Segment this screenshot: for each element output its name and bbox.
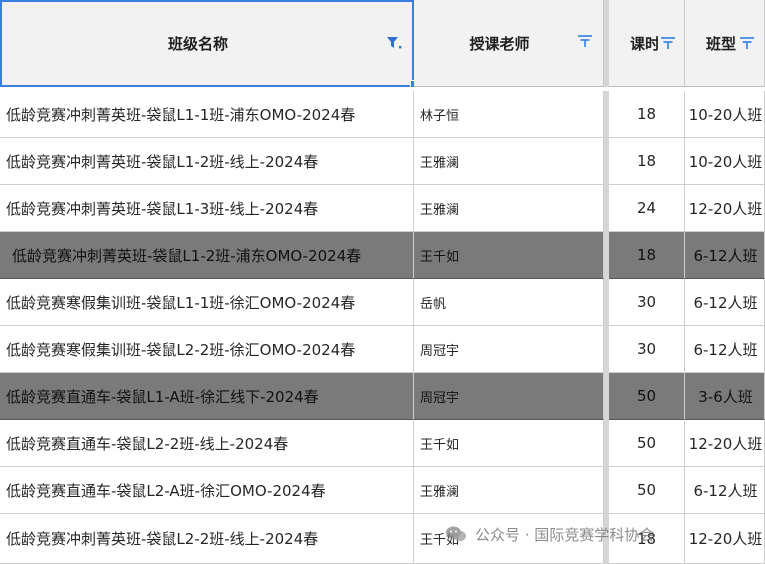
hours-cell[interactable]: 24 bbox=[609, 185, 685, 232]
table-row[interactable]: 低龄竞赛冲刺菁英班-袋鼠L1-2班-线上-2024春 王雅澜 18 10-20人… bbox=[0, 138, 765, 185]
class-name-cell[interactable]: 低龄竞赛冲刺菁英班-袋鼠L1-2班-浦东OMO-2024春 bbox=[0, 232, 414, 279]
class-name-cell[interactable]: 低龄竞赛直通车-袋鼠L2-A班-徐汇OMO-2024春 bbox=[0, 467, 414, 514]
class-name-cell[interactable]: 低龄竞赛直通车-袋鼠L1-A班-徐汇线下-2024春 bbox=[0, 373, 414, 420]
hours-cell[interactable]: 30 bbox=[609, 326, 685, 373]
filter-icon[interactable] bbox=[739, 36, 755, 50]
table-row-highlighted[interactable]: 低龄竞赛冲刺菁英班-袋鼠L1-2班-浦东OMO-2024春 王千如 18 6-1… bbox=[0, 232, 765, 279]
filter-icon[interactable] bbox=[660, 36, 676, 50]
class-type-cell[interactable]: 3-6人班 bbox=[685, 373, 765, 420]
teacher-cell[interactable]: 岳帆 bbox=[414, 279, 604, 326]
column-header-label: 课时 bbox=[630, 34, 658, 53]
teacher-cell[interactable]: 王千如 bbox=[414, 232, 604, 279]
teacher-cell[interactable]: 周冠宇 bbox=[414, 373, 604, 420]
column-header-class-name[interactable]: 班级名称 bbox=[0, 0, 414, 87]
watermark: 公众号 · 国际竞赛学科协会 bbox=[445, 522, 654, 546]
class-type-cell[interactable]: 12-20人班 bbox=[685, 185, 765, 232]
table-row[interactable]: 低龄竞赛冲刺菁英班-袋鼠L1-3班-线上-2024春 王雅澜 24 12-20人… bbox=[0, 185, 765, 232]
teacher-cell[interactable]: 周冠宇 bbox=[414, 326, 604, 373]
column-header-label: 班型 bbox=[706, 34, 737, 53]
teacher-cell[interactable]: 林子恒 bbox=[414, 91, 604, 138]
table-row[interactable]: 低龄竞赛直通车-袋鼠L2-A班-徐汇OMO-2024春 王雅澜 50 6-12人… bbox=[0, 467, 765, 514]
filter-active-icon[interactable] bbox=[386, 36, 402, 50]
column-header-class-type[interactable]: 班型 bbox=[685, 0, 765, 87]
table-row[interactable]: 低龄竞赛寒假集训班-袋鼠L1-1班-徐汇OMO-2024春 岳帆 30 6-12… bbox=[0, 279, 765, 326]
teacher-cell[interactable]: 王千如 bbox=[414, 420, 604, 467]
class-name-cell[interactable]: 低龄竞赛直通车-袋鼠L2-2班-线上-2024春 bbox=[0, 420, 414, 467]
class-type-cell[interactable]: 6-12人班 bbox=[685, 279, 765, 326]
class-type-cell[interactable]: 6-12人班 bbox=[685, 326, 765, 373]
column-header-teacher[interactable]: 授课老师 bbox=[414, 0, 604, 87]
class-type-cell[interactable]: 6-12人班 bbox=[685, 232, 765, 279]
hours-cell[interactable]: 18 bbox=[609, 91, 685, 138]
class-type-cell[interactable]: 6-12人班 bbox=[685, 467, 765, 514]
hours-cell[interactable]: 50 bbox=[609, 467, 685, 514]
teacher-cell[interactable]: 王雅澜 bbox=[414, 185, 604, 232]
column-header-hours[interactable]: 课时 bbox=[609, 0, 685, 87]
filter-icon[interactable] bbox=[577, 34, 593, 48]
class-type-cell[interactable]: 12-20人班 bbox=[685, 514, 765, 564]
class-name-cell[interactable]: 低龄竞赛冲刺菁英班-袋鼠L1-2班-线上-2024春 bbox=[0, 138, 414, 185]
spreadsheet-grid: 班级名称 授课老师 课时 班型 低龄竞赛冲刺菁英班-袋鼠L1-1班-浦东OMO-… bbox=[0, 0, 765, 564]
table-row[interactable]: 低龄竞赛直通车-袋鼠L2-2班-线上-2024春 王千如 50 12-20人班 bbox=[0, 420, 765, 467]
class-name-cell[interactable]: 低龄竞赛冲刺菁英班-袋鼠L2-2班-线上-2024春 bbox=[0, 514, 414, 564]
table-row[interactable]: 低龄竞赛寒假集训班-袋鼠L2-2班-徐汇OMO-2024春 周冠宇 30 6-1… bbox=[0, 326, 765, 373]
column-header-label: 授课老师 bbox=[469, 34, 530, 53]
teacher-cell[interactable]: 王雅澜 bbox=[414, 467, 604, 514]
class-name-cell[interactable]: 低龄竞赛寒假集训班-袋鼠L1-1班-徐汇OMO-2024春 bbox=[0, 279, 414, 326]
hours-cell[interactable]: 18 bbox=[609, 232, 685, 279]
hours-cell[interactable]: 50 bbox=[609, 373, 685, 420]
teacher-cell[interactable]: 王雅澜 bbox=[414, 138, 604, 185]
wechat-icon bbox=[446, 526, 466, 542]
table-row[interactable]: 低龄竞赛冲刺菁英班-袋鼠L1-1班-浦东OMO-2024春 林子恒 18 10-… bbox=[0, 91, 765, 138]
hours-cell[interactable]: 30 bbox=[609, 279, 685, 326]
class-type-cell[interactable]: 10-20人班 bbox=[685, 91, 765, 138]
hours-cell[interactable]: 18 bbox=[609, 138, 685, 185]
class-name-cell[interactable]: 低龄竞赛寒假集训班-袋鼠L2-2班-徐汇OMO-2024春 bbox=[0, 326, 414, 373]
class-type-cell[interactable]: 10-20人班 bbox=[685, 138, 765, 185]
watermark-text: 公众号 · 国际竞赛学科协会 bbox=[475, 525, 655, 544]
class-name-cell[interactable]: 低龄竞赛冲刺菁英班-袋鼠L1-3班-线上-2024春 bbox=[0, 185, 414, 232]
table-row-highlighted[interactable]: 低龄竞赛直通车-袋鼠L1-A班-徐汇线下-2024春 周冠宇 50 3-6人班 bbox=[0, 373, 765, 420]
class-type-cell[interactable]: 12-20人班 bbox=[685, 420, 765, 467]
hours-cell[interactable]: 50 bbox=[609, 420, 685, 467]
column-header-label: 班级名称 bbox=[167, 35, 228, 53]
class-name-cell[interactable]: 低龄竞赛冲刺菁英班-袋鼠L1-1班-浦东OMO-2024春 bbox=[0, 91, 414, 138]
